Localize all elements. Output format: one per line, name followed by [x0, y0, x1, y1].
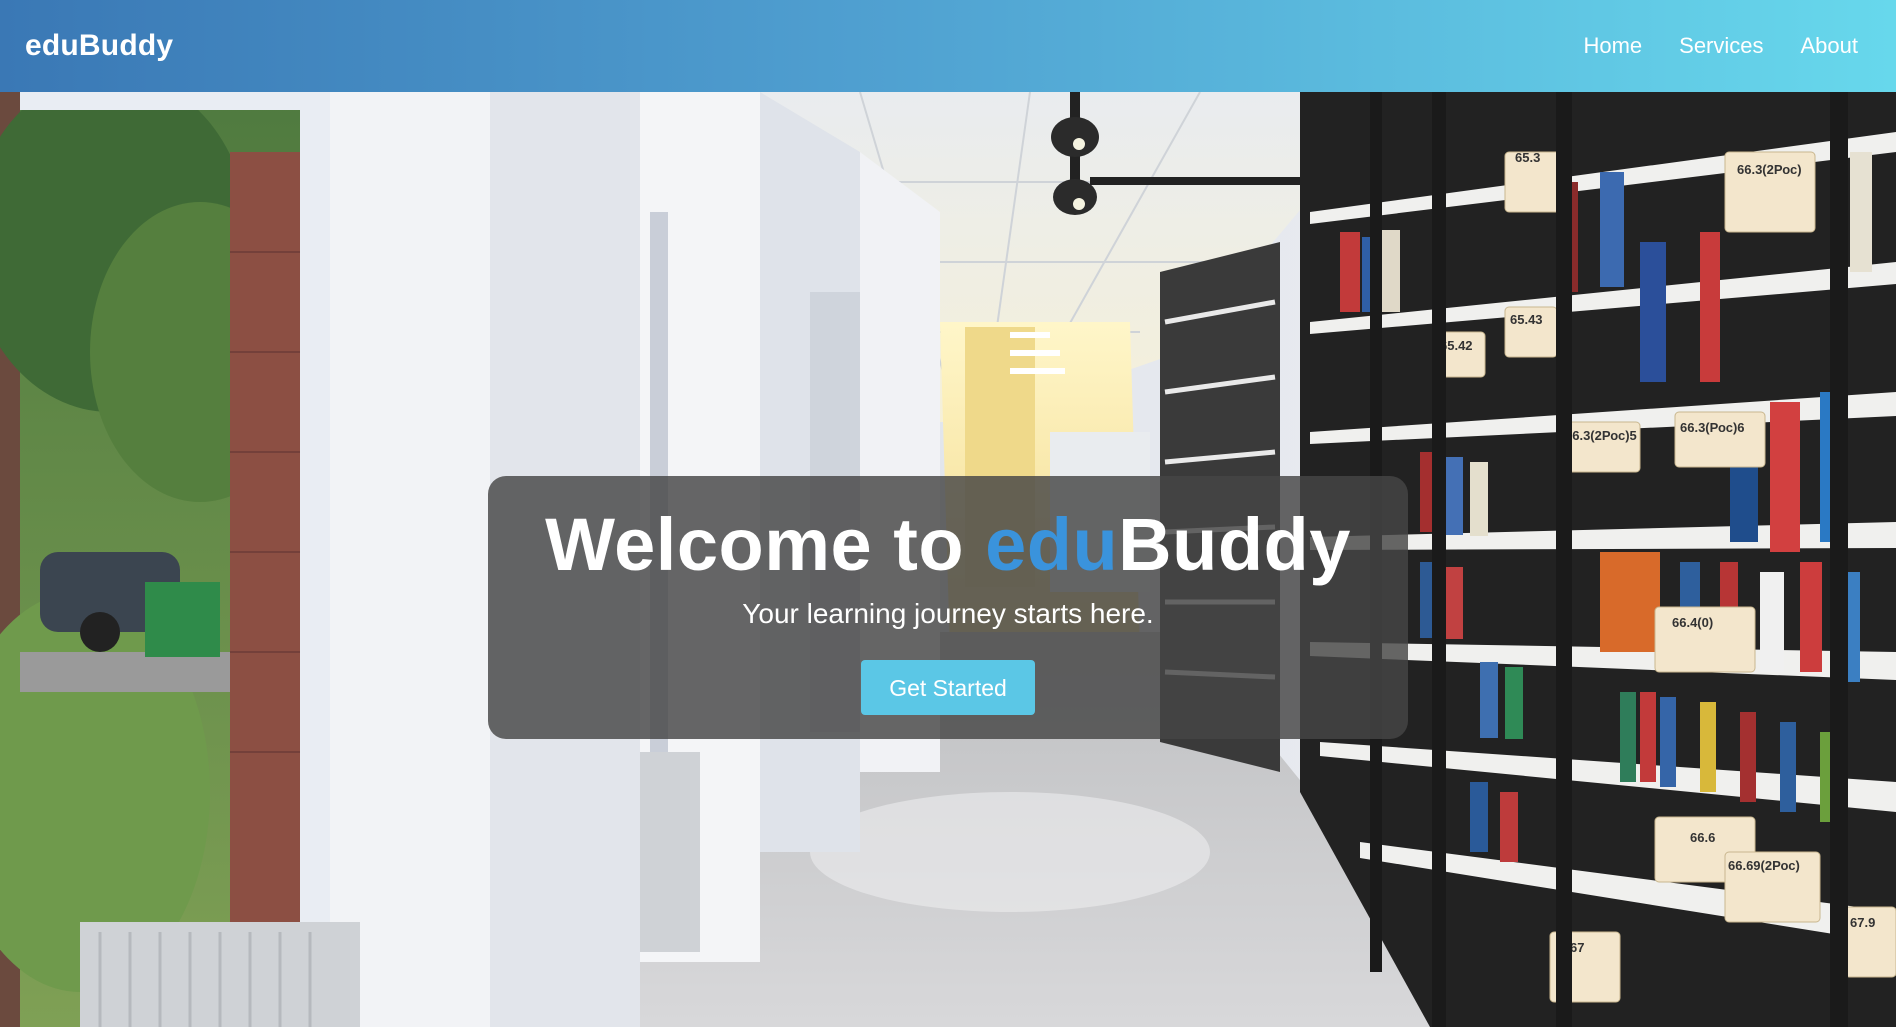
navbar: eduBuddy Home Services About: [0, 0, 1896, 92]
shelf-label: 66.3(2Рос)5: [1565, 428, 1637, 443]
shelf-label: 66.69(2Рос): [1728, 858, 1800, 873]
shelf-label: 65.43: [1510, 312, 1543, 327]
nav-link-services[interactable]: Services: [1679, 33, 1763, 59]
nav-link-home[interactable]: Home: [1583, 33, 1642, 59]
hero-subtitle: Your learning journey starts here.: [742, 597, 1154, 629]
get-started-button[interactable]: Get Started: [861, 659, 1035, 715]
shelf-label: 67: [1570, 940, 1584, 955]
hero-title-accent: edu: [985, 503, 1119, 586]
hero-title-prefix: Welcome to: [545, 503, 986, 586]
hero-card: Welcome to eduBuddy Your learning journe…: [488, 476, 1408, 739]
shelf-label: 66.3(Рос)6: [1680, 420, 1745, 435]
shelf-label: 67.9: [1850, 915, 1875, 930]
shelf-label: 65.3: [1515, 150, 1540, 165]
shelf-label: 66.3(2Рос): [1737, 162, 1802, 177]
nav-links: Home Services About: [1583, 33, 1858, 59]
hero-title: Welcome to eduBuddy: [488, 476, 1408, 584]
shelf-label: 66.6: [1690, 830, 1715, 845]
hero-title-suffix: Buddy: [1118, 503, 1351, 586]
shelf-label: 66.4(0): [1672, 615, 1713, 630]
page: eduBuddy Home Services About 65.3 65.43 …: [0, 0, 1896, 1027]
nav-link-about[interactable]: About: [1801, 33, 1859, 59]
brand-logo[interactable]: eduBuddy: [25, 29, 173, 63]
